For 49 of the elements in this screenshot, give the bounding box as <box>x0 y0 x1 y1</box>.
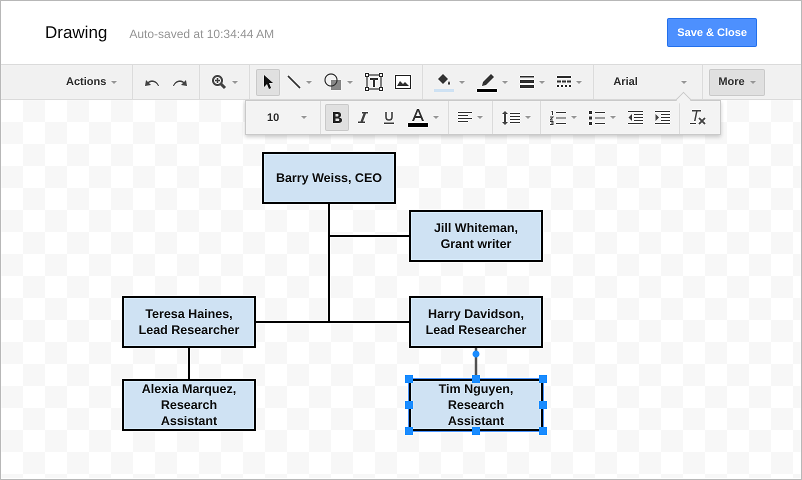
text-color-icon <box>412 108 424 120</box>
more-button[interactable]: More <box>709 68 765 96</box>
numbered-list-icon <box>550 110 566 124</box>
select-tool-button[interactable] <box>256 68 280 96</box>
resize-handle[interactable] <box>472 427 480 435</box>
italic-icon <box>358 112 368 123</box>
org-chart-box[interactable]: Teresa Haines, Lead Researcher <box>122 296 256 348</box>
org-chart-box[interactable]: Alexia Marquez, Research Assistant <box>122 379 256 431</box>
font-size-dropdown[interactable]: 10 <box>250 104 316 131</box>
decrease-indent-icon <box>628 111 643 124</box>
resize-handle[interactable] <box>539 375 547 383</box>
pointer-icon <box>263 74 274 90</box>
resize-handle[interactable] <box>405 375 413 383</box>
actions-menu[interactable]: Actions <box>57 68 126 96</box>
pencil-icon <box>479 72 496 86</box>
document-title: Drawing <box>45 22 108 42</box>
org-chart-box[interactable]: Jill Whiteman, Grant writer <box>409 210 543 262</box>
org-chart-box[interactable]: Harry Davidson, Lead Researcher <box>409 296 543 348</box>
resize-handle[interactable] <box>472 375 480 383</box>
caret-icon[interactable] <box>525 116 531 119</box>
image-icon <box>395 75 412 89</box>
text-box-icon <box>365 73 384 91</box>
bulleted-list-icon <box>589 110 605 124</box>
caret-icon[interactable] <box>433 116 439 119</box>
line-icon <box>287 75 302 89</box>
autosave-status: Auto-saved at 10:34:44 AM <box>129 27 274 41</box>
bold-icon <box>332 112 342 123</box>
increase-indent-icon <box>655 111 670 124</box>
org-chart-box[interactable]: Barry Weiss, CEO <box>262 152 396 204</box>
resize-handle[interactable] <box>539 427 547 435</box>
zoom-icon <box>211 74 228 90</box>
align-left-icon <box>458 112 472 123</box>
resize-handle[interactable] <box>539 401 547 409</box>
resize-handle[interactable] <box>405 401 413 409</box>
caret-icon[interactable] <box>610 116 616 119</box>
paint-bucket-icon <box>436 72 452 86</box>
org-chart-box[interactable]: Tim Nguyen, Research Assistant <box>409 379 543 431</box>
caret-icon[interactable] <box>301 116 307 119</box>
resize-handle[interactable] <box>405 427 413 435</box>
shapes-icon <box>324 73 342 91</box>
caret-icon[interactable] <box>477 116 483 119</box>
bold-tool-button[interactable] <box>325 104 349 131</box>
line-weight-icon <box>520 76 534 88</box>
caret-icon[interactable] <box>571 116 577 119</box>
line-spacing-icon <box>502 110 520 124</box>
undo-icon <box>144 77 160 87</box>
clear-formatting-icon <box>689 110 707 125</box>
underline-icon <box>384 112 394 124</box>
line-dash-icon <box>557 76 572 88</box>
